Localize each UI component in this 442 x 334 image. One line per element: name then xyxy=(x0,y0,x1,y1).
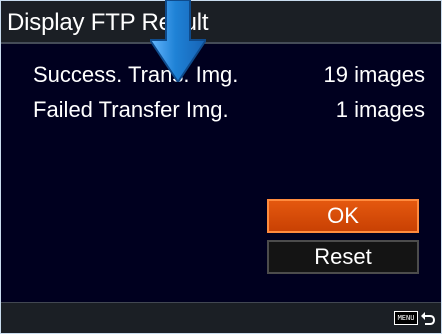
result-row-success: Success. Trans. Img. 19 images xyxy=(1,60,441,90)
title-bar: Display FTP Result xyxy=(1,1,441,44)
ok-button[interactable]: OK xyxy=(267,199,419,233)
result-label: Success. Trans. Img. xyxy=(33,62,239,87)
reset-button[interactable]: Reset xyxy=(267,240,419,274)
content-area: Success. Trans. Img. 19 images Failed Tr… xyxy=(1,44,441,302)
result-label: Failed Transfer Img. xyxy=(33,97,229,122)
menu-icon[interactable]: MENU xyxy=(394,311,418,325)
page-title: Display FTP Result xyxy=(7,9,209,36)
result-value: 1 images xyxy=(335,97,425,122)
result-row-failed: Failed Transfer Img. 1 images xyxy=(1,95,441,125)
footer-bar: MENU xyxy=(1,302,441,333)
result-value: 19 images xyxy=(323,62,425,87)
camera-screen: Display FTP Result Success. Trans. Img. … xyxy=(0,0,442,334)
back-icon[interactable] xyxy=(419,309,437,327)
